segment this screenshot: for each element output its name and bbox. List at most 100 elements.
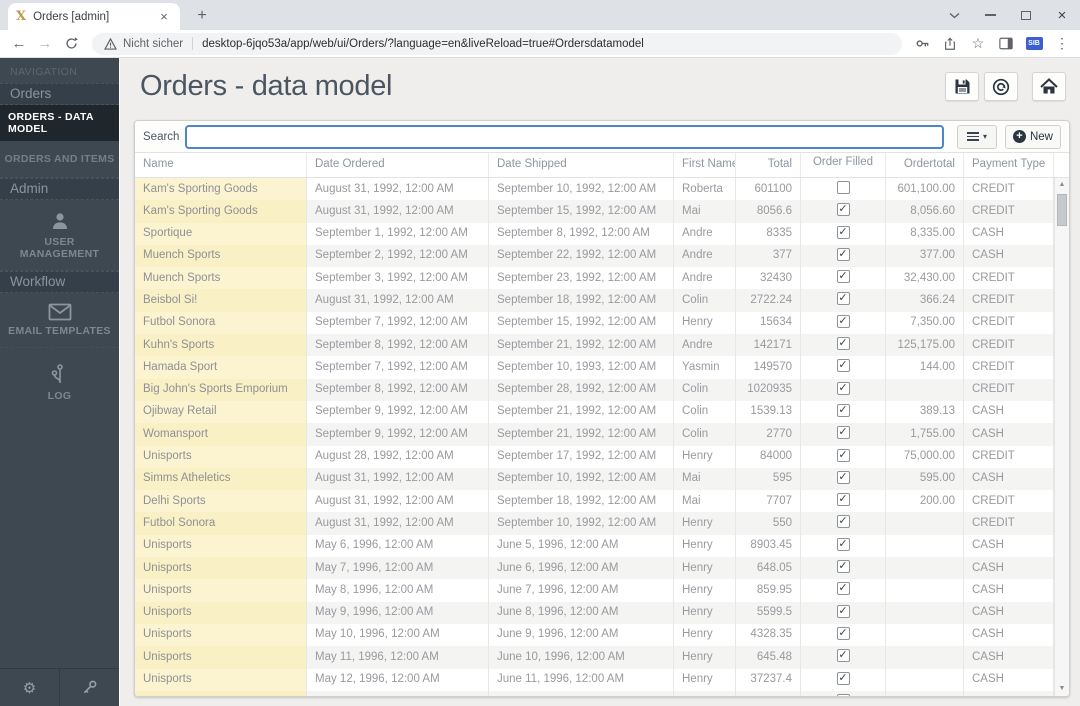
cell-payment_type[interactable]: CREDIT <box>964 356 1054 379</box>
column-header-payment_type[interactable]: Payment Type <box>964 153 1054 177</box>
cell-date_shipped[interactable]: September 21, 1992, 12:00 AM <box>489 423 674 446</box>
cell-date_shipped[interactable]: June 8, 1996, 12:00 AM <box>489 601 674 624</box>
cell-order_filled[interactable]: ✓ <box>801 267 886 290</box>
cell-payment_type[interactable] <box>964 690 1054 696</box>
cell-order_filled[interactable]: ✓ <box>801 200 886 223</box>
cell-total[interactable]: 1539.13 <box>736 400 801 424</box>
cell-payment_type[interactable]: CASH <box>964 423 1054 446</box>
cell-first_name[interactable]: Henry <box>674 668 736 691</box>
cell-total[interactable]: 550 <box>736 512 801 535</box>
cell-date_shipped[interactable]: September 28, 1992, 12:00 AM <box>489 378 674 401</box>
cell-ordertotal[interactable]: 8,056.60 <box>886 200 964 223</box>
cell-ordertotal[interactable] <box>886 690 964 696</box>
cell-ordertotal[interactable]: 144.00 <box>886 356 964 379</box>
cell-name[interactable]: Futbol Sonora <box>135 311 307 335</box>
column-header-name[interactable]: Name <box>135 153 307 177</box>
cell-ordertotal[interactable] <box>886 646 964 669</box>
cell-order_filled[interactable]: ✓ <box>801 378 886 401</box>
order-filled-checkbox[interactable]: ✓ <box>836 582 850 596</box>
cell-date_shipped[interactable]: September 21, 1992, 12:00 AM <box>489 400 674 424</box>
cell-payment_type[interactable]: CASH <box>964 534 1054 558</box>
cell-order_filled[interactable]: ✓ <box>801 289 886 312</box>
table-row[interactable]: Beisbol Si! August 31, 1992, 12:00 AM Sept… <box>135 289 1054 312</box>
order-filled-checkbox[interactable]: ✓ <box>836 314 850 328</box>
cell-order_filled[interactable]: ✓ <box>801 400 886 424</box>
cell-total[interactable]: 648.05 <box>736 557 801 580</box>
url-text[interactable]: desktop-6jqo53a/app/web/ui/Orders/?langu… <box>202 38 644 50</box>
cell-ordertotal[interactable] <box>886 579 964 602</box>
cell-first_name[interactable]: Andre <box>674 244 736 268</box>
cell-payment_type[interactable]: CREDIT <box>964 334 1054 357</box>
cell-payment_type[interactable]: CREDIT <box>964 200 1054 223</box>
order-filled-checkbox[interactable]: ✓ <box>836 515 850 529</box>
cell-total[interactable]: 8335 <box>736 222 801 245</box>
cell-date_ordered[interactable]: September 9, 1992, 12:00 AM <box>307 400 489 424</box>
cell-first_name[interactable]: Henry <box>674 557 736 580</box>
cell-first_name[interactable]: Henry <box>674 623 736 647</box>
cell-date_ordered[interactable]: May 6, 1996, 12:00 AM <box>307 534 489 558</box>
cell-date_ordered[interactable]: September 3, 1992, 12:00 AM <box>307 267 489 290</box>
table-row[interactable]: Futbol Sonora August 31, 1992, 12:00 AM Se… <box>135 512 1054 535</box>
cell-total[interactable]: 15634 <box>736 311 801 335</box>
cell-payment_type[interactable]: CREDIT <box>964 289 1054 312</box>
grid-menu-button[interactable]: ▾ <box>956 124 997 149</box>
cell-payment_type[interactable]: CREDIT <box>964 311 1054 335</box>
cell-date_shipped[interactable]: September 10, 1992, 12:00 AM <box>489 178 674 201</box>
cell-date_shipped[interactable]: June 5, 1996, 12:00 AM <box>489 534 674 558</box>
tab-search-chevron-icon[interactable] <box>936 0 972 30</box>
order-filled-checkbox[interactable]: ✓ <box>836 359 850 373</box>
grid-scrollbar[interactable]: ▲ ▼ <box>1054 178 1069 696</box>
cell-order_filled[interactable]: ✓ <box>801 244 886 268</box>
cell-date_ordered[interactable]: August 31, 1992, 12:00 AM <box>307 490 489 513</box>
table-row[interactable]: Delhi Sports August 31, 1992, 12:00 AM Sep… <box>135 490 1054 513</box>
cell-date_ordered[interactable]: August 31, 1992, 12:00 AM <box>307 467 489 491</box>
cell-payment_type[interactable]: CASH <box>964 244 1054 268</box>
close-button[interactable]: × <box>1044 0 1080 30</box>
cell-order_filled[interactable]: ✓ <box>801 467 886 491</box>
cell-date_shipped[interactable]: September 23, 1992, 12:00 AM <box>489 267 674 290</box>
cell-first_name[interactable]: Mai <box>674 467 736 491</box>
order-filled-checkbox[interactable]: ✓ <box>836 626 850 640</box>
cell-order_filled[interactable] <box>801 690 886 696</box>
table-row[interactable]: Unisports May 7, 1996, 12:00 AM June 6, 19… <box>135 557 1054 580</box>
table-row[interactable]: Unisports May 6, 1996, 12:00 AM June 5, 19… <box>135 534 1054 558</box>
cell-total[interactable]: 5599.5 <box>736 601 801 624</box>
cell-date_ordered[interactable]: August 31, 1992, 12:00 AM <box>307 512 489 535</box>
cell-date_ordered[interactable]: September 7, 1992, 12:00 AM <box>307 311 489 335</box>
cell-date_ordered[interactable]: September 1, 1992, 12:00 AM <box>307 222 489 245</box>
column-header-order_filled[interactable]: Order Filled <box>801 153 886 177</box>
cell-name[interactable]: Unisports <box>135 557 307 580</box>
key-icon[interactable] <box>59 669 119 706</box>
cell-date_ordered[interactable]: May 12, 1996, 12:00 AM <box>307 668 489 691</box>
sidebar-item-email-templates[interactable]: EMAIL TEMPLATES <box>0 293 119 348</box>
cell-name[interactable]: Muench Sports <box>135 244 307 268</box>
reload-button[interactable] <box>58 32 84 56</box>
cell-payment_type[interactable]: CASH <box>964 623 1054 647</box>
new-button[interactable]: + New <box>1004 124 1061 149</box>
cell-total[interactable]: 149570 <box>736 356 801 379</box>
forward-button[interactable]: → <box>32 32 58 56</box>
cell-order_filled[interactable]: ✓ <box>801 557 886 580</box>
cell-total[interactable]: 142171 <box>736 334 801 357</box>
cell-first_name[interactable]: Yasmin <box>674 356 736 379</box>
cell-ordertotal[interactable]: 32,430.00 <box>886 267 964 290</box>
column-header-date_shipped[interactable]: Date Shipped <box>489 153 674 177</box>
password-key-icon[interactable] <box>910 32 934 56</box>
cell-payment_type[interactable]: CASH <box>964 579 1054 602</box>
scroll-up-icon[interactable]: ▲ <box>1055 178 1069 192</box>
cell-name[interactable]: Unisports <box>135 445 307 468</box>
table-row[interactable]: Kuhn's Sports September 8, 1992, 12:00 AM… <box>135 334 1054 357</box>
cell-first_name[interactable]: Andre <box>674 267 736 290</box>
cell-total[interactable]: 859.95 <box>736 579 801 602</box>
cell-name[interactable] <box>135 690 307 696</box>
table-row[interactable]: Hamada Sport September 7, 1992, 12:00 AM S… <box>135 356 1054 379</box>
cell-order_filled[interactable]: ✓ <box>801 311 886 335</box>
cell-first_name[interactable]: Henry <box>674 311 736 335</box>
cell-date_shipped[interactable]: September 22, 1992, 12:00 AM <box>489 244 674 268</box>
table-row[interactable]: Unisports May 10, 1996, 12:00 AM June 9, 1… <box>135 623 1054 647</box>
order-filled-checkbox[interactable]: ✓ <box>836 426 850 440</box>
cell-payment_type[interactable]: CREDIT <box>964 378 1054 401</box>
table-row[interactable] <box>135 690 1054 696</box>
cell-date_shipped[interactable]: June 6, 1996, 12:00 AM <box>489 557 674 580</box>
cell-first_name[interactable]: Mai <box>674 200 736 223</box>
